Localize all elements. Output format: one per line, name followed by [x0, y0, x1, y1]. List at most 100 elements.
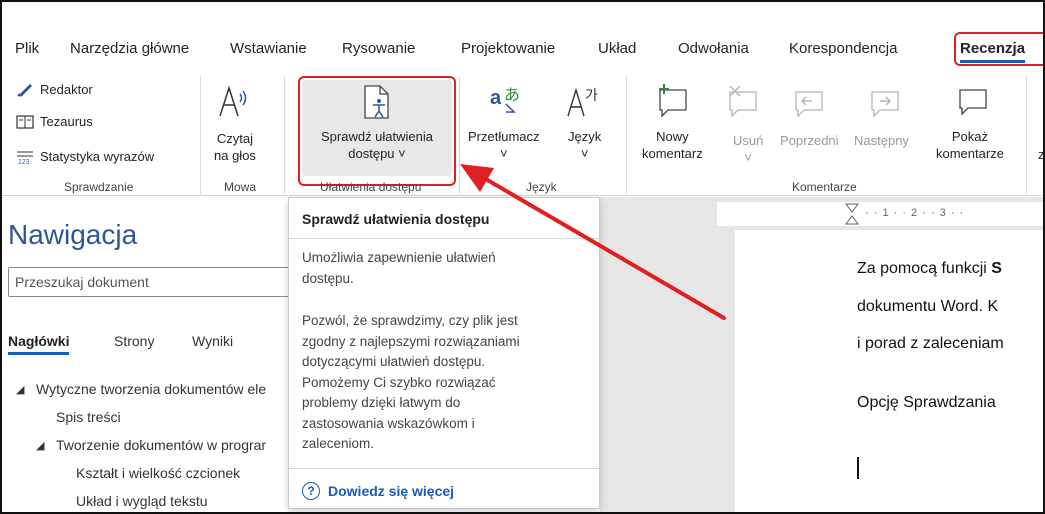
- czytaj-na-glos-button[interactable]: Czytaj na głos: [214, 130, 256, 164]
- redaktor-button[interactable]: Redaktor: [16, 80, 93, 98]
- tab-strony[interactable]: Strony: [114, 333, 154, 349]
- svg-text:あ: あ: [504, 85, 520, 104]
- doc-line-1-text: Za pomocą funkcji: [857, 260, 992, 277]
- ribbon-separator: [284, 76, 285, 194]
- pokaz-komentarze-button[interactable]: Pokaż komentarze: [936, 128, 1004, 162]
- menu-odwolania[interactable]: Odwołania: [678, 40, 749, 57]
- tooltip-p2-line: zgodny z najlepszymi rozwiązaniami: [302, 333, 520, 349]
- tooltip-p2-line: zaleceniom.: [302, 436, 375, 451]
- delete-comment-icon: [729, 85, 757, 118]
- doc-line-4: Opcję Sprawdzania: [857, 394, 996, 411]
- tab-naglowki[interactable]: Nagłówki: [8, 333, 70, 355]
- svg-text:123: 123: [18, 159, 30, 165]
- poprzedni-label: Poprzedni: [780, 133, 839, 148]
- redaktor-label: Redaktor: [40, 81, 93, 97]
- nowy-komentarz-button[interactable]: Nowy komentarz: [642, 128, 703, 162]
- nowy-label-2: komentarz: [642, 146, 703, 161]
- menu-narzedzia-glowne[interactable]: Narzędzia główne: [70, 40, 189, 57]
- learn-more-link[interactable]: ? Dowiedz się więcej: [302, 482, 454, 500]
- nastepny-label: Następny: [854, 133, 909, 148]
- tooltip-title: Sprawdź ułatwienia dostępu: [302, 211, 490, 227]
- learn-more-label: Dowiedz się więcej: [328, 483, 455, 499]
- tree-item-uklad[interactable]: Układ i wygląd tekstu: [76, 493, 208, 509]
- group-label-ulatwienia: Ułatwienia dostępu: [320, 180, 422, 194]
- nastepny-button[interactable]: Następny: [854, 132, 909, 149]
- group-label-mowa: Mowa: [224, 180, 257, 194]
- jezyk-label: Język: [568, 129, 602, 144]
- statystyka-label: Statystyka wyrazów: [40, 149, 155, 164]
- tree-item-ksztalt[interactable]: Kształt i wielkość czcionek: [76, 465, 240, 481]
- menu-wstawianie[interactable]: Wstawianie: [230, 40, 307, 57]
- tooltip-p2-line: dotyczącymi ułatwień dostępu.: [302, 354, 486, 369]
- statystyka-button[interactable]: 123 Statystyka wyrazów: [16, 148, 154, 165]
- nowy-label-1: Nowy: [656, 129, 689, 144]
- tooltip-p2-line: Pomożemy Ci szybko rozwiązać: [302, 374, 496, 390]
- tab-wyniki[interactable]: Wyniki: [192, 333, 233, 349]
- przetlumacz-label: Przetłumacz: [468, 129, 540, 144]
- tooltip-p2-line: Pozwól, że sprawdzimy, czy plik jest: [302, 313, 518, 328]
- tezaurus-label: Tezaurus: [40, 114, 93, 129]
- collapse-triangle-icon[interactable]: ◢: [16, 383, 24, 396]
- nav-search-input[interactable]: Przeszukaj dokument: [8, 267, 308, 297]
- pen-icon: [17, 84, 32, 97]
- previous-comment-icon: [795, 91, 823, 118]
- tree-item-wytyczne[interactable]: Wytyczne tworzenia dokumentów ele: [36, 381, 266, 397]
- pokaz-label-2: komentarze: [936, 146, 1004, 161]
- read-aloud-icon: [219, 85, 247, 117]
- word-window: Plik Narzędzia główne Wstawianie Rysowan…: [0, 0, 1045, 514]
- tooltip-paragraph-1: Umożliwia zapewnienie ułatwień dostępu.: [302, 248, 587, 289]
- usun-button[interactable]: Usuń ˅: [733, 132, 763, 166]
- word-count-icon: 123: [17, 151, 33, 165]
- recenzja-highlight-box: [954, 32, 1043, 66]
- horizontal-ruler[interactable]: · · 1 · · 2 · · 3 · ·: [717, 202, 1043, 226]
- show-comments-icon: [959, 89, 987, 116]
- nav-title: Nawigacja: [8, 219, 138, 250]
- tree-item-spis-tresci[interactable]: Spis treści: [56, 409, 121, 425]
- group-label-komentarze: Komentarze: [792, 180, 857, 194]
- accessibility-highlight-box: [298, 76, 456, 186]
- group-label-jezyk: Język: [526, 180, 557, 194]
- indent-marker-icon[interactable]: [845, 202, 859, 226]
- ribbon-separator: [200, 76, 201, 194]
- jezyk-chevron: ˅: [580, 146, 589, 161]
- menu-rysowanie[interactable]: Rysowanie: [342, 40, 415, 57]
- new-comment-icon: [659, 84, 687, 118]
- doc-line-1-bold: S: [991, 260, 1002, 277]
- svg-text:가: 가: [585, 88, 598, 104]
- menu-projektowanie[interactable]: Projektowanie: [461, 40, 555, 57]
- tooltip-paragraph-2: Pozwól, że sprawdzimy, czy plik jest zgo…: [302, 311, 587, 455]
- tree-item-tworzenie[interactable]: Tworzenie dokumentów w prograr: [56, 437, 266, 453]
- przetlumacz-chevron: ˅: [499, 146, 508, 161]
- collapse-triangle-icon[interactable]: ◢: [36, 439, 44, 452]
- ribbon-separator: [1026, 76, 1027, 194]
- pokaz-label-1: Pokaż: [951, 129, 989, 144]
- next-comment-icon: [871, 91, 899, 118]
- language-icon: 가: [567, 87, 598, 117]
- text-cursor: [857, 457, 859, 479]
- usun-chevron: ˅: [744, 150, 752, 165]
- przetlumacz-button[interactable]: Przetłumacz ˅: [468, 128, 540, 162]
- ribbon-separator: [459, 76, 460, 194]
- tooltip-p2-line: problemy dzięki łatwym do: [302, 395, 461, 410]
- tooltip-divider: [289, 468, 599, 469]
- navigation-pane: Nawigacja Przeszukaj dokument Nagłówki S…: [2, 197, 308, 512]
- tooltip-p2-line: zastosowania wskazówkom i: [302, 415, 475, 431]
- accessibility-tooltip: Sprawdź ułatwienia dostępu Umożliwia zap…: [288, 197, 600, 509]
- book-icon: [16, 114, 34, 129]
- menu-plik[interactable]: Plik: [15, 40, 39, 57]
- menu-korespondencja[interactable]: Korespondencja: [789, 40, 897, 57]
- help-icon: ?: [302, 482, 320, 500]
- poprzedni-button[interactable]: Poprzedni: [780, 132, 839, 149]
- usun-label: Usuń: [733, 133, 764, 148]
- czytaj-label-2: na głos: [214, 148, 256, 163]
- tezaurus-button[interactable]: Tezaurus: [16, 113, 93, 130]
- doc-line-1: Za pomocą funkcji S: [857, 260, 1002, 278]
- czytaj-label-1: Czytaj: [216, 131, 254, 146]
- ribbon-separator: [626, 76, 627, 194]
- doc-line-2: dokumentu Word. K: [857, 298, 999, 315]
- tooltip-p1-line: Umożliwia zapewnienie ułatwień: [302, 250, 496, 265]
- jezyk-button[interactable]: Język ˅: [568, 128, 601, 162]
- ruler-ticks: · · 1 · · 2 · · 3 · ·: [865, 207, 965, 219]
- svg-text:a: a: [490, 87, 502, 109]
- menu-uklad[interactable]: Układ: [598, 40, 636, 57]
